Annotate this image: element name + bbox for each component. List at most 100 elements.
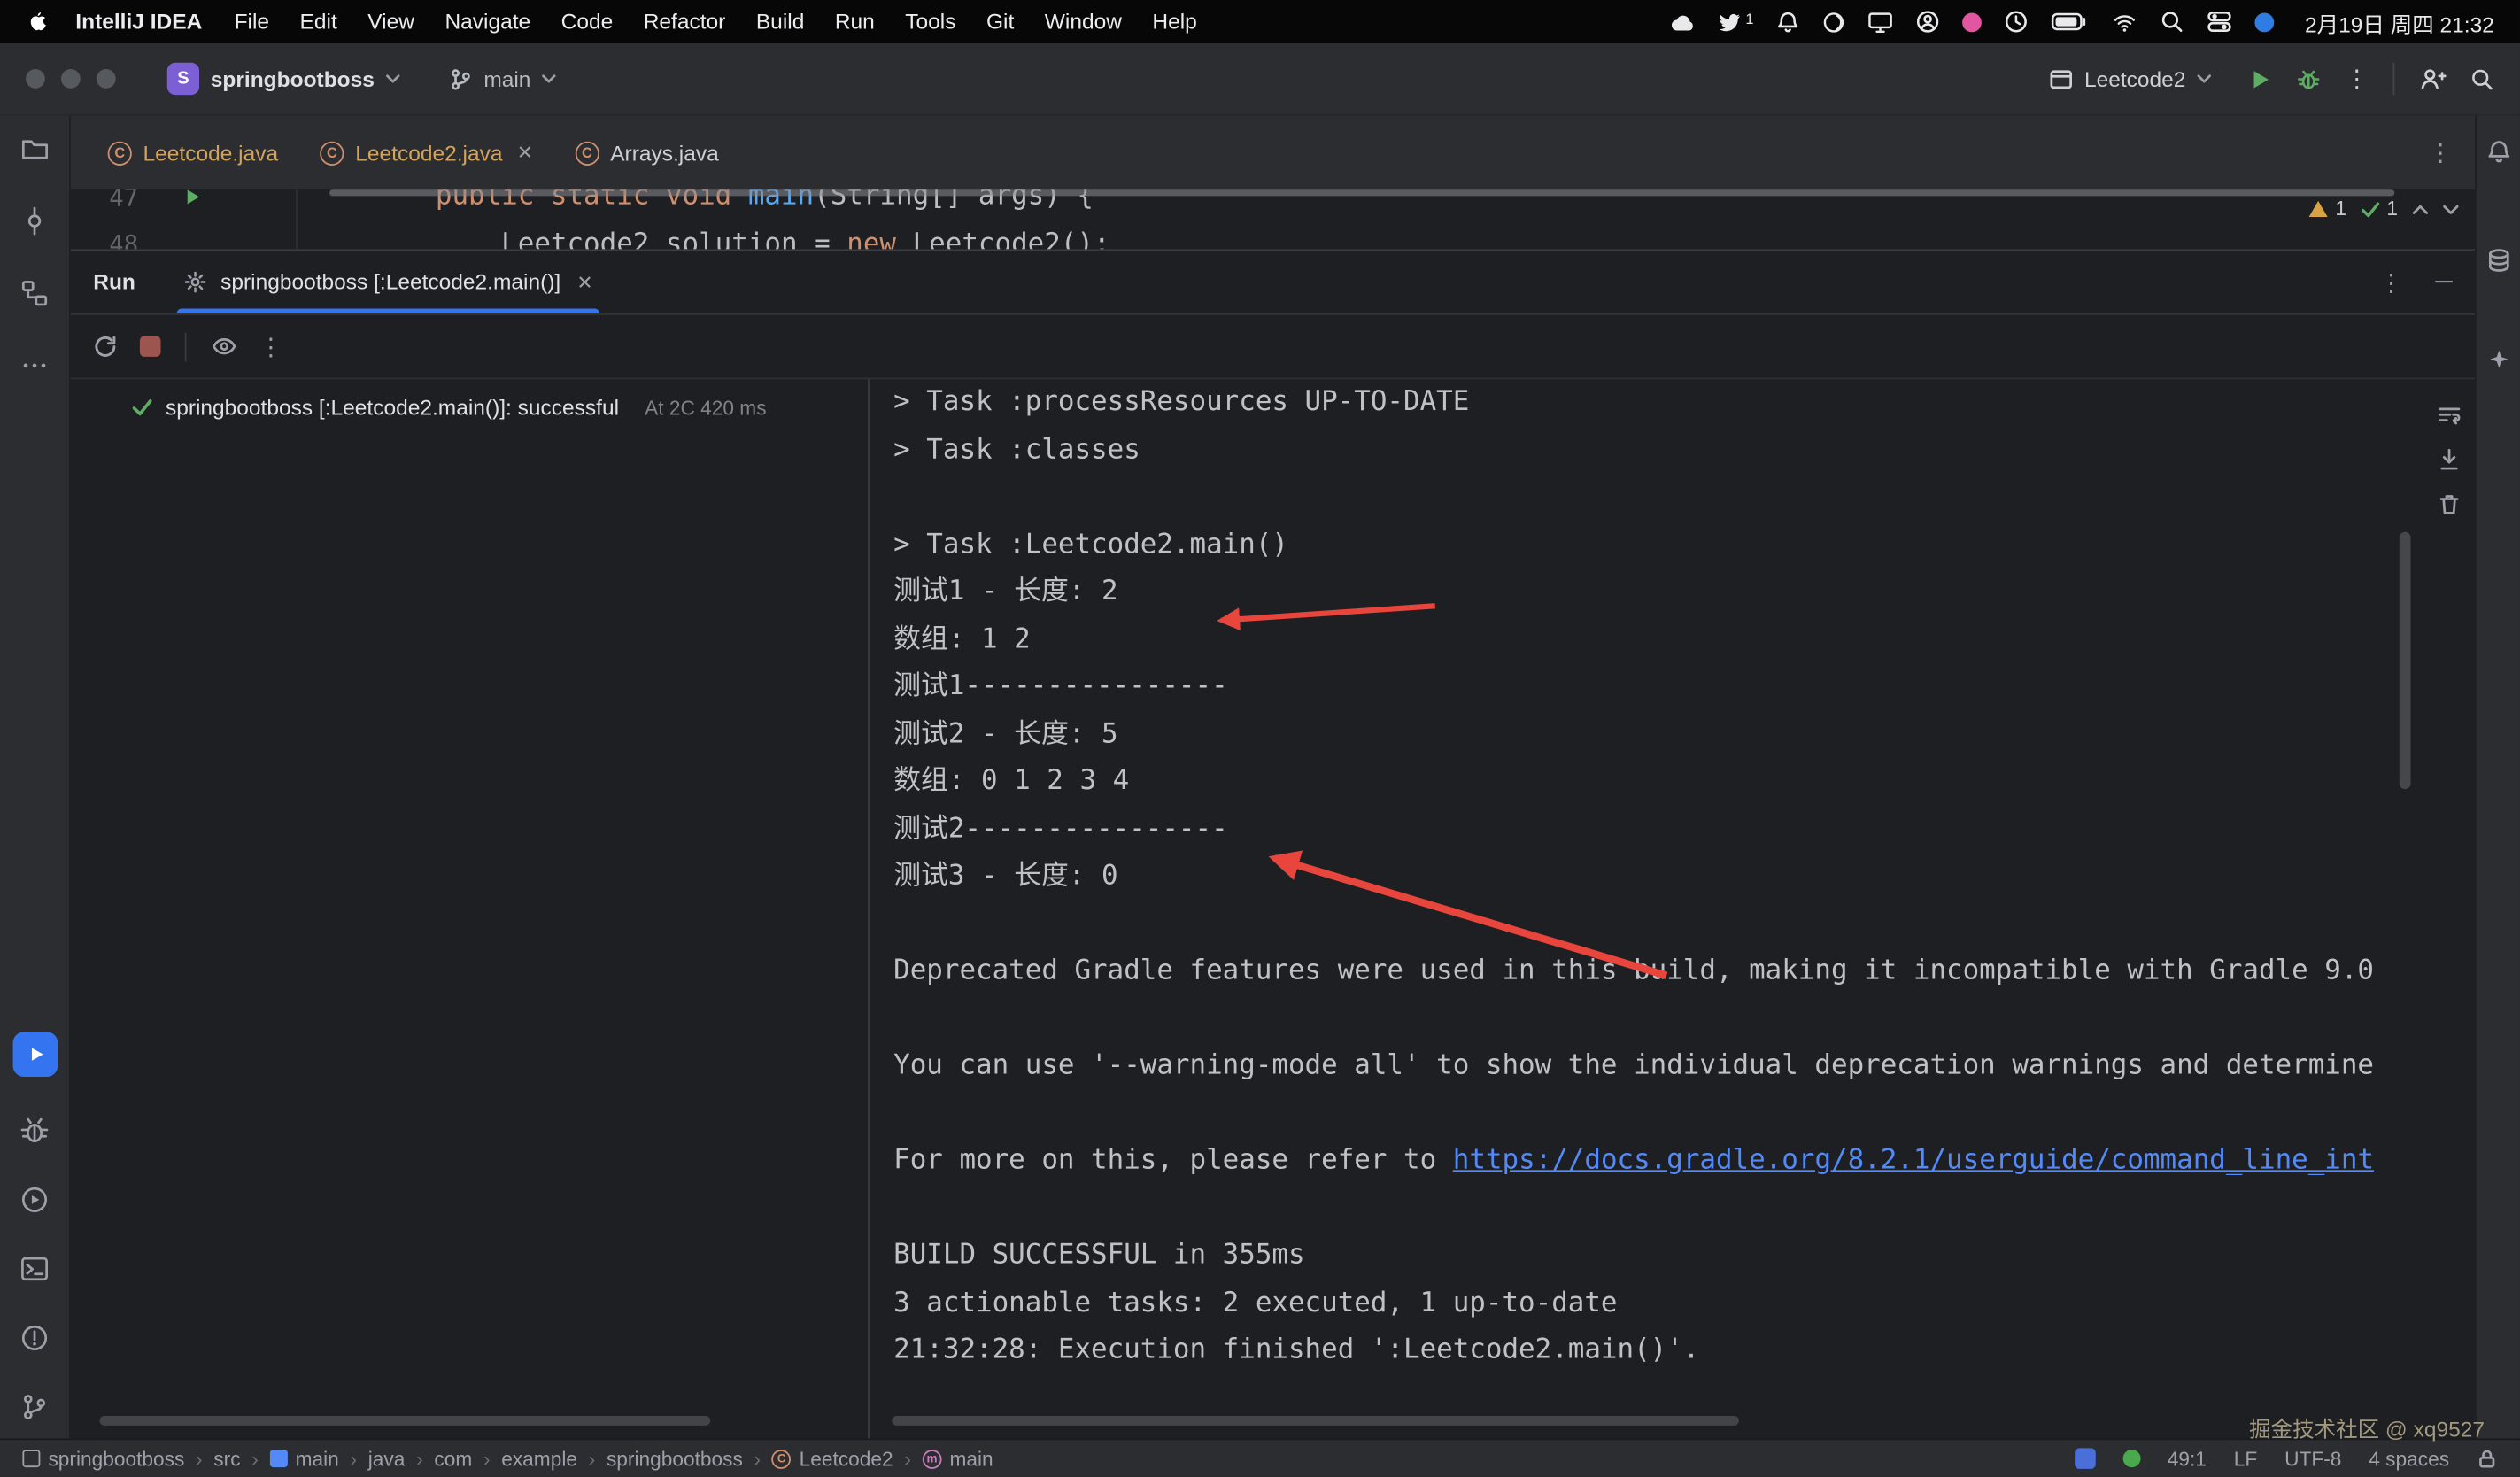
run-gutter-icon[interactable] — [182, 189, 203, 207]
code-with-me-button[interactable] — [2419, 66, 2447, 91]
menu-run[interactable]: Run — [835, 10, 875, 34]
menubar-app-name[interactable]: IntelliJ IDEA — [75, 10, 202, 34]
run-button[interactable] — [2248, 66, 2272, 90]
inspections-widget[interactable]: 1 1 — [2308, 197, 2459, 220]
tree-horizontal-scrollbar[interactable] — [100, 1416, 711, 1426]
run-console[interactable]: > Task :processResources UP-TO-DATE > Ta… — [870, 379, 2475, 1438]
editor-code-area[interactable]: public static void main(String[] args) {… — [298, 189, 2475, 249]
hide-tool-window-icon[interactable]: ─ — [2435, 268, 2452, 296]
moon-icon[interactable] — [1823, 11, 1845, 33]
run-tree-item[interactable]: springbootboss [:Leetcode2.main()]: succ… — [132, 395, 868, 419]
blue-status-icon[interactable] — [2074, 1448, 2095, 1469]
run-window-options-icon[interactable]: ⋮ — [2379, 267, 2403, 297]
rerun-icon[interactable] — [91, 333, 119, 360]
scroll-to-end-icon[interactable] — [2437, 447, 2462, 473]
window-minimize-button[interactable] — [61, 69, 81, 89]
notifications-icon[interactable] — [2485, 138, 2511, 164]
debug-button[interactable] — [2297, 66, 2321, 90]
breadcrumb-java[interactable]: java — [368, 1447, 406, 1469]
prev-problem-icon[interactable] — [2412, 204, 2428, 215]
breadcrumb-project[interactable]: springbootboss — [22, 1447, 184, 1469]
breadcrumb-com[interactable]: com — [434, 1447, 472, 1469]
file-encoding[interactable]: UTF-8 — [2284, 1447, 2341, 1469]
menu-git[interactable]: Git — [986, 10, 1014, 34]
menu-navigate[interactable]: Navigate — [444, 10, 530, 34]
wifi-icon[interactable] — [2112, 11, 2137, 33]
display-icon[interactable] — [1867, 10, 1893, 34]
project-view-icon[interactable] — [19, 134, 50, 164]
notification-bell-icon[interactable] — [1776, 10, 1800, 34]
line-separator[interactable]: LF — [2234, 1447, 2257, 1469]
menu-view[interactable]: View — [367, 10, 414, 34]
caret-position[interactable]: 49:1 — [2168, 1447, 2207, 1469]
bird-notification-icon[interactable]: 1 — [1719, 11, 1754, 33]
tab-arrays-java[interactable]: C Arrays.java — [554, 116, 740, 189]
commit-icon[interactable] — [19, 205, 50, 236]
breadcrumb-example[interactable]: example — [501, 1447, 577, 1469]
menu-refactor[interactable]: Refactor — [644, 10, 726, 34]
ai-assistant-icon[interactable] — [2485, 347, 2511, 373]
run-tree-panel[interactable]: springbootboss [:Leetcode2.main()]: succ… — [71, 379, 868, 1438]
terminal-icon[interactable] — [19, 1254, 50, 1284]
run-console-tab[interactable]: springbootboss [:Leetcode2.main()] ✕ — [183, 251, 592, 313]
tab-options-icon[interactable]: ⋮ — [2428, 138, 2475, 167]
menu-code[interactable]: Code — [561, 10, 614, 34]
run-config-selector[interactable]: Leetcode2 — [2036, 58, 2223, 98]
structure-icon[interactable] — [19, 278, 50, 308]
database-icon[interactable] — [2485, 248, 2511, 274]
console-options-icon[interactable]: ⋮ — [259, 332, 282, 361]
blue-dot-icon[interactable] — [2255, 12, 2275, 32]
apple-menu-icon[interactable] — [26, 10, 50, 34]
tab-leetcode2-java[interactable]: C Leetcode2.java ✕ — [299, 116, 554, 189]
window-close-button[interactable] — [26, 69, 45, 89]
breadcrumb-main-dir[interactable]: main — [270, 1447, 339, 1469]
menu-window[interactable]: Window — [1045, 10, 1122, 34]
breadcrumb-src[interactable]: src — [213, 1447, 240, 1469]
menubar-clock[interactable]: 2月19日 周四 21:32 — [2305, 5, 2494, 37]
lock-icon[interactable] — [2477, 1448, 2498, 1469]
pink-app-icon[interactable] — [1962, 12, 1982, 32]
control-center-icon[interactable] — [2207, 10, 2232, 34]
breadcrumb-package[interactable]: springbootboss — [607, 1447, 743, 1469]
editor-horizontal-scrollbar[interactable] — [329, 189, 2394, 196]
menu-file[interactable]: File — [235, 10, 270, 34]
console-vertical-scrollbar[interactable] — [2400, 532, 2411, 789]
debug-tool-window-icon[interactable] — [19, 1116, 50, 1146]
version-control-icon[interactable] — [19, 1392, 50, 1422]
clear-console-icon[interactable] — [2437, 491, 2462, 517]
run-tool-window-icon[interactable] — [12, 1032, 58, 1077]
problems-icon[interactable] — [19, 1323, 50, 1353]
gradle-doc-link[interactable]: https://docs.gradle.org/8.2.1/userguide/… — [1453, 1144, 2374, 1176]
stop-icon[interactable] — [140, 336, 161, 357]
code-editor[interactable]: 47 48 public static void main(String[] a… — [71, 189, 2475, 249]
window-zoom-button[interactable] — [97, 69, 116, 89]
spotlight-search-icon[interactable] — [2161, 10, 2184, 34]
more-tool-windows-icon[interactable] — [19, 351, 50, 381]
services-icon[interactable] — [19, 1185, 50, 1215]
user-circle-icon[interactable] — [1916, 10, 1940, 34]
ok-indicator[interactable]: 1 — [2361, 197, 2398, 220]
breadcrumb-method[interactable]: mmain — [923, 1447, 993, 1469]
warnings-indicator[interactable]: 1 — [2308, 197, 2346, 220]
close-tab-icon[interactable]: ✕ — [517, 142, 533, 164]
console-horizontal-scrollbar[interactable] — [892, 1416, 1739, 1426]
search-everywhere-button[interactable] — [2470, 66, 2494, 90]
menu-help[interactable]: Help — [1152, 10, 1196, 34]
tab-leetcode-java[interactable]: C Leetcode.java — [87, 116, 299, 189]
menu-build[interactable]: Build — [756, 10, 805, 34]
project-selector[interactable]: S springbootboss — [154, 55, 413, 103]
indent-style[interactable]: 4 spaces — [2369, 1447, 2449, 1469]
show-passed-icon[interactable] — [211, 333, 238, 360]
branch-selector[interactable]: main — [436, 58, 569, 98]
menu-tools[interactable]: Tools — [905, 10, 955, 34]
soft-wrap-icon[interactable] — [2437, 402, 2462, 428]
green-status-icon[interactable] — [2122, 1450, 2140, 1467]
breadcrumb-class[interactable]: CLeetcode2 — [772, 1447, 893, 1469]
close-run-tab-icon[interactable]: ✕ — [576, 271, 592, 293]
weather-icon[interactable] — [1670, 11, 1696, 33]
next-problem-icon[interactable] — [2443, 204, 2459, 215]
history-clock-icon[interactable] — [2005, 10, 2029, 34]
more-actions-button[interactable]: ⋮ — [2345, 65, 2369, 94]
window-controls[interactable] — [26, 69, 116, 89]
menu-edit[interactable]: Edit — [300, 10, 337, 34]
